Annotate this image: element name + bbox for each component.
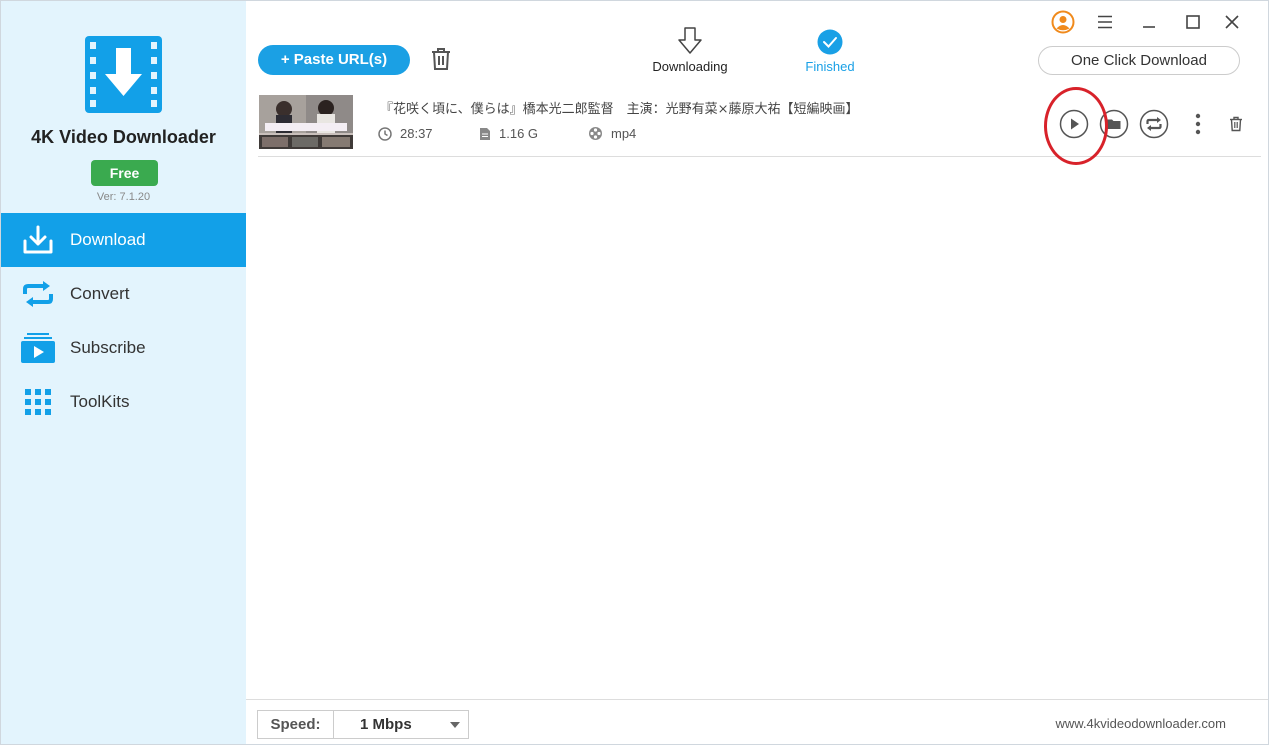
format-meta: mp4 bbox=[588, 126, 636, 141]
folder-icon bbox=[1099, 109, 1129, 139]
app-logo-icon bbox=[85, 36, 162, 113]
speed-label: Speed: bbox=[258, 711, 334, 738]
speed-value: 1 Mbps bbox=[360, 716, 412, 733]
convert-icon bbox=[21, 277, 55, 311]
chevron-down-icon bbox=[450, 722, 460, 728]
app-window: 4K Video Downloader Free Ver: 7.1.20 Dow… bbox=[0, 0, 1269, 745]
app-name: 4K Video Downloader bbox=[31, 127, 216, 147]
sidebar-item-label: Convert bbox=[70, 284, 130, 303]
minimize-icon[interactable] bbox=[1135, 9, 1163, 35]
menu-icon[interactable] bbox=[1091, 9, 1119, 35]
file-icon bbox=[480, 127, 490, 140]
tab-finished[interactable]: Finished bbox=[775, 27, 885, 74]
sidebar-item-toolkits[interactable]: ToolKits bbox=[1, 375, 246, 429]
clock-icon bbox=[378, 126, 392, 141]
size-meta: 1.16 G bbox=[479, 126, 538, 141]
video-title: 『花咲く頃に、僕らは』橋本光二郎監督 主演：光野有菜×藤原大祐【短編映画】 bbox=[380, 102, 859, 117]
video-thumbnail bbox=[259, 95, 353, 149]
arrow-down-outline-icon bbox=[678, 27, 702, 54]
open-folder-button[interactable] bbox=[1099, 109, 1129, 139]
sidebar-item-download[interactable]: Download bbox=[1, 213, 246, 267]
size-value: 1.16 G bbox=[499, 126, 539, 141]
sidebar: 4K Video Downloader Free Ver: 7.1.20 Dow… bbox=[1, 1, 246, 744]
more-options-button[interactable] bbox=[1183, 109, 1213, 139]
license-badge[interactable]: Free bbox=[91, 160, 158, 186]
convert-button[interactable] bbox=[1139, 109, 1169, 139]
tab-downloading[interactable]: Downloading bbox=[635, 27, 745, 74]
sidebar-item-label: Subscribe bbox=[70, 338, 146, 357]
paste-url-button[interactable]: + Paste URL(s) bbox=[258, 45, 410, 75]
play-button[interactable] bbox=[1059, 109, 1089, 139]
download-icon bbox=[21, 223, 55, 257]
version-label: Ver: 7.1.20 bbox=[96, 191, 151, 203]
more-vertical-icon bbox=[1195, 113, 1201, 135]
tab-label: Finished bbox=[805, 59, 855, 74]
sidebar-item-label: ToolKits bbox=[70, 392, 130, 411]
tab-label: Downloading bbox=[652, 59, 728, 74]
close-icon[interactable] bbox=[1218, 9, 1246, 35]
delete-all-icon[interactable] bbox=[429, 47, 453, 71]
sidebar-item-subscribe[interactable]: Subscribe bbox=[1, 321, 246, 375]
one-click-download-button[interactable]: One Click Download bbox=[1038, 46, 1240, 75]
sidebar-item-label: Download bbox=[70, 230, 146, 249]
speed-dropdown[interactable]: 1 Mbps bbox=[334, 711, 468, 738]
list-item[interactable]: 『花咲く頃に、僕らは』橋本光二郎監督 主演：光野有菜×藤原大祐【短編映画】 28… bbox=[258, 89, 1261, 157]
sidebar-item-convert[interactable]: Convert bbox=[1, 267, 246, 321]
sidebar-nav: Download Convert Subscribe ToolKits bbox=[1, 213, 246, 429]
maximize-icon[interactable] bbox=[1179, 9, 1207, 35]
trash-icon bbox=[1230, 116, 1242, 132]
delete-item-button[interactable] bbox=[1221, 109, 1251, 139]
speed-selector: Speed: 1 Mbps bbox=[257, 710, 469, 739]
play-icon bbox=[1059, 109, 1089, 139]
convert-icon bbox=[1139, 109, 1169, 139]
status-bar: Speed: 1 Mbps www.4kvideodownloader.com bbox=[246, 699, 1268, 744]
subscribe-icon bbox=[21, 331, 55, 365]
account-icon[interactable] bbox=[1049, 9, 1077, 35]
format-value: mp4 bbox=[611, 126, 637, 141]
website-link[interactable]: www.4kvideodownloader.com bbox=[1055, 716, 1226, 731]
film-reel-icon bbox=[589, 127, 602, 140]
duration-value: 28:37 bbox=[400, 126, 433, 141]
check-circle-icon bbox=[817, 29, 843, 55]
grid-icon bbox=[21, 385, 55, 419]
duration-meta: 28:37 bbox=[378, 126, 433, 141]
